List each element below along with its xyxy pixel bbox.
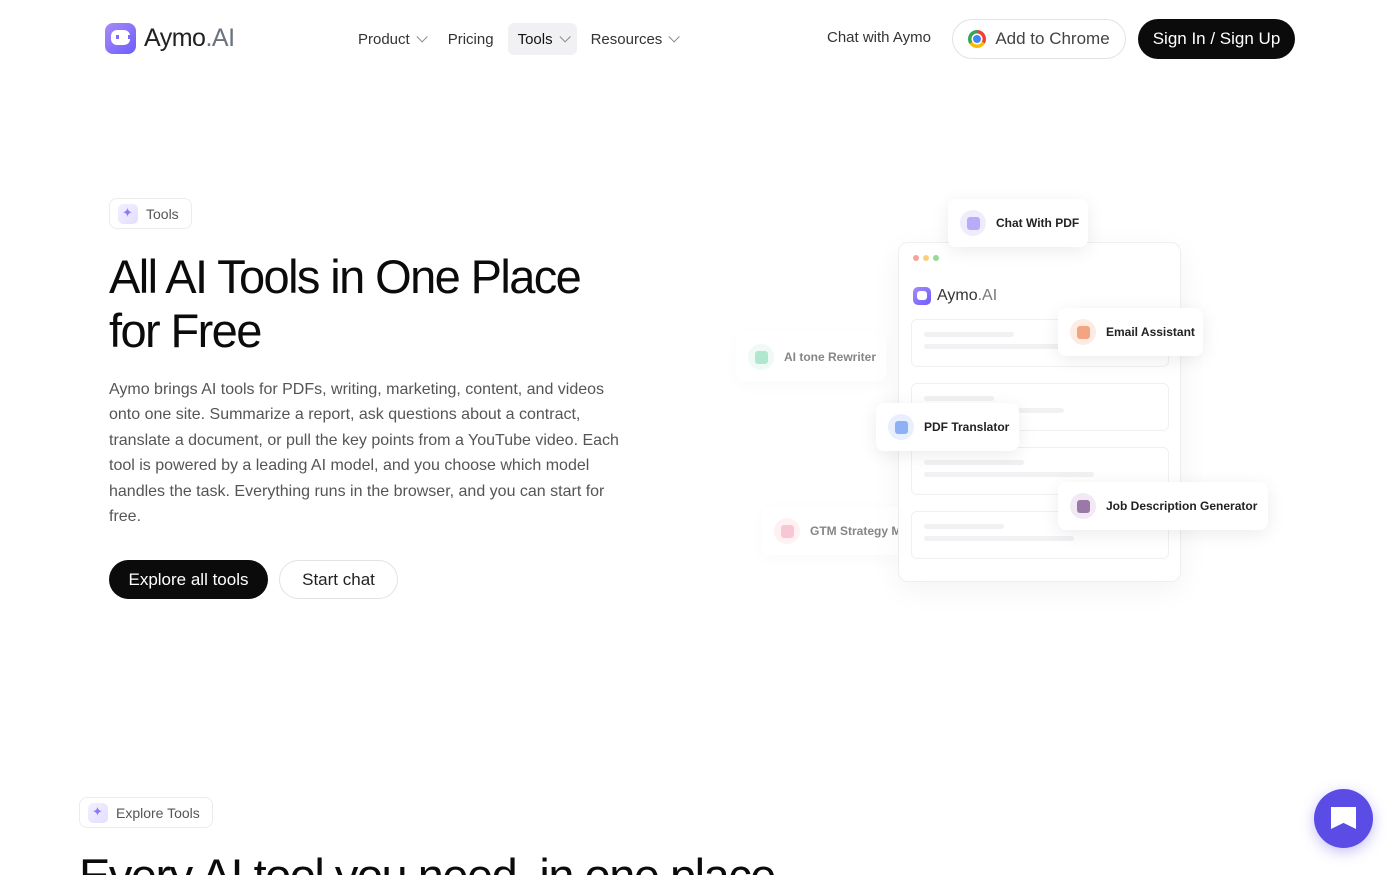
card-label: Job Description Generator (1106, 499, 1258, 513)
email-icon (1070, 319, 1096, 345)
main-menu: Product Pricing Tools Resources (348, 23, 690, 55)
chrome-icon (968, 30, 987, 48)
logo-text: Aymo.AI (144, 24, 235, 52)
menu-pricing[interactable]: Pricing (438, 23, 504, 55)
menu-resources-label: Resources (590, 30, 663, 48)
aymo-logo-icon (105, 23, 136, 54)
explore-section-title: Every AI tool you need, in one place (79, 848, 776, 875)
card-job-description-generator: Job Description Generator (1058, 482, 1268, 530)
pdf-chat-icon (960, 210, 986, 236)
tools-badge-label: Tools (146, 205, 179, 222)
card-gtm-strategy: GTM Strategy M (762, 507, 898, 555)
placeholder-line (924, 332, 1014, 337)
chevron-down-icon (559, 31, 571, 43)
chat-with-aymo-link[interactable]: Chat with Aymo (827, 29, 931, 46)
hero-title-line2: for Free (109, 304, 262, 357)
hero-title-line1: All AI Tools in One Place (109, 250, 582, 303)
placeholder-line (924, 396, 994, 401)
menu-pricing-label: Pricing (447, 30, 494, 48)
card-label: Chat With PDF (996, 216, 1080, 230)
start-chat-button[interactable]: Start chat (279, 560, 398, 599)
window-dot (913, 255, 919, 261)
card-label: Email Assistant (1106, 325, 1195, 339)
card-ai-tone-rewriter: AI tone Rewriter (736, 333, 886, 381)
window-dots (913, 255, 939, 261)
window-dot (923, 255, 929, 261)
placeholder-line (924, 460, 1024, 465)
aymo-logo-icon (913, 287, 931, 305)
card-chat-with-pdf: Chat With PDF (948, 199, 1088, 247)
chat-widget-button[interactable] (1314, 789, 1373, 848)
chart-icon (774, 518, 800, 544)
placeholder-line (924, 524, 1004, 529)
hero-illustration: Aymo.AI Chat With PDF Email Assistant AI… (730, 195, 1275, 590)
window-logo: Aymo.AI (913, 287, 997, 305)
top-nav: Aymo.AI Product Pricing Tools Resources … (0, 0, 1400, 78)
tools-badge: Tools (109, 198, 192, 229)
window-logo-text: Aymo.AI (937, 287, 998, 304)
edit-icon (748, 344, 774, 370)
briefcase-icon (1070, 493, 1096, 519)
explore-tools-badge-label: Explore Tools (116, 804, 200, 821)
menu-tools[interactable]: Tools (507, 23, 577, 55)
hero-description: Aymo brings AI tools for PDFs, writing, … (109, 381, 619, 526)
add-to-chrome-label: Add to Chrome (995, 29, 1110, 48)
chevron-down-icon (416, 31, 428, 43)
menu-product-label: Product (358, 30, 410, 48)
card-label: AI tone Rewriter (784, 350, 877, 364)
explore-all-tools-button[interactable]: Explore all tools (109, 560, 268, 599)
card-label: GTM Strategy M (810, 524, 898, 538)
card-label: PDF Translator (924, 420, 1010, 434)
explore-tools-badge: Explore Tools (79, 797, 213, 828)
sign-in-button[interactable]: Sign In / Sign Up (1138, 19, 1295, 59)
menu-tools-label: Tools (517, 30, 553, 48)
sparkle-icon (118, 203, 138, 224)
card-pdf-translator: PDF Translator (876, 403, 1019, 451)
window-dot (933, 255, 939, 261)
sparkle-icon (88, 802, 108, 823)
placeholder-line (924, 536, 1074, 541)
menu-resources[interactable]: Resources (581, 23, 687, 55)
hero-title: All AI Tools in One Place for Free (109, 250, 669, 358)
card-email-assistant: Email Assistant (1058, 308, 1203, 356)
menu-product[interactable]: Product (348, 23, 434, 55)
translate-icon (888, 414, 914, 440)
aymo-logo[interactable]: Aymo.AI (105, 23, 235, 54)
add-to-chrome-button[interactable]: Add to Chrome (952, 19, 1126, 59)
placeholder-line (924, 472, 1094, 477)
chevron-down-icon (668, 31, 681, 43)
